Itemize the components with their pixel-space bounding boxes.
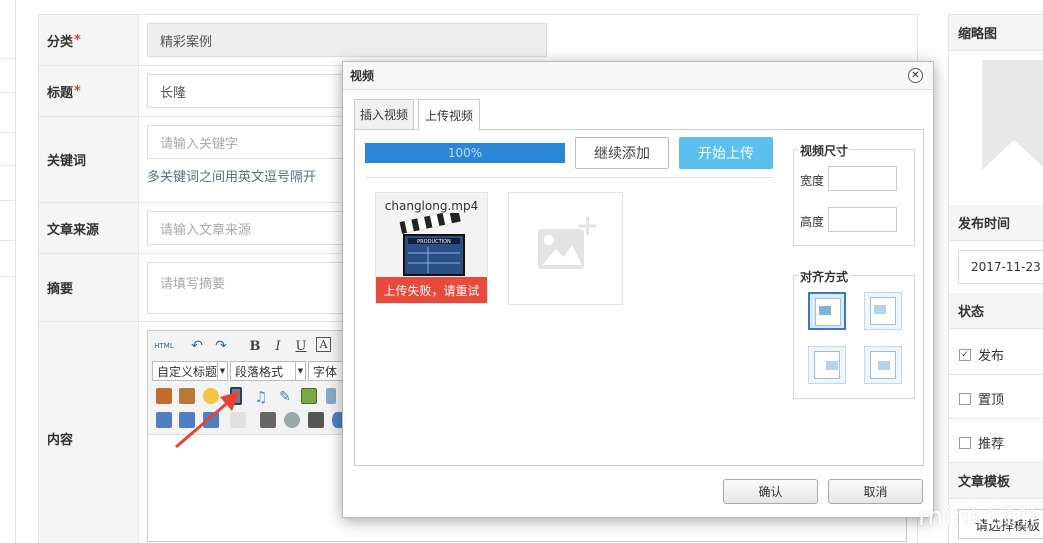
progress-text: 100% [447, 146, 483, 160]
required-mark: * [74, 32, 81, 48]
uploaded-file-card[interactable]: changlong.mp4 PRODUCTION 上传失败，请重试 [375, 192, 488, 304]
cancel-button[interactable]: 取消 [828, 479, 923, 504]
clapperboard-icon: PRODUCTION [399, 213, 465, 276]
map-icon[interactable] [326, 388, 336, 404]
content-label: 内容 [39, 322, 139, 543]
status-option-publish[interactable]: ✓ 发布 [949, 335, 1043, 375]
thumbnail-placeholder[interactable] [982, 60, 1043, 195]
left-sidebar-edge [0, 0, 16, 543]
search-replace-icon[interactable] [308, 412, 324, 428]
chevron-down-icon: ▼ [217, 362, 227, 380]
status-option-top[interactable]: 置顶 [949, 379, 1043, 419]
right-panel: 缩略图 发布时间 2017-11-23 1 状态 ✓发布 置顶 推荐 文章模板 … [948, 14, 1043, 543]
paragraph-format-select[interactable]: 段落格式 ▼ [230, 361, 306, 381]
watermark: minkCMF [918, 502, 1043, 532]
red-arrow-annotation [175, 391, 240, 449]
align-left-icon[interactable] [864, 292, 902, 330]
source-label: 文章来源 [39, 203, 139, 253]
category-field[interactable]: 精彩案例 [147, 23, 547, 57]
align-right-icon[interactable] [808, 346, 846, 384]
continue-add-button[interactable]: 继续添加 [575, 137, 669, 169]
checkbox[interactable] [959, 436, 971, 449]
row-category: 分类 * 精彩案例 [39, 15, 917, 66]
custom-title-select[interactable]: 自定义标题 ▼ [152, 361, 228, 381]
alignment-fieldset: 对齐方式 [793, 268, 915, 399]
thumbnail-label: 缩略图 [949, 15, 1043, 51]
print-icon[interactable] [260, 412, 276, 428]
width-label: 宽度 [800, 174, 825, 188]
publish-time-input[interactable]: 2017-11-23 1 [958, 250, 1043, 284]
font-border-button[interactable]: A [316, 337, 331, 352]
summary-label: 摘要 [39, 254, 139, 321]
tab-insert-video[interactable]: 插入视频 [354, 99, 414, 130]
tab-upload-video[interactable]: 上传视频 [418, 99, 480, 131]
width-input[interactable] [828, 166, 897, 191]
upload-error-message: 上传失败，请重试 [376, 277, 487, 303]
video-size-fieldset: 视频尺寸 宽度 高度 [793, 142, 915, 246]
keywords-hint: 多关键词之间用英文逗号隔开 [147, 170, 317, 185]
bold-button[interactable]: B [246, 337, 264, 355]
redo-icon[interactable]: ↷ [212, 337, 230, 355]
status-option-recommend[interactable]: 推荐 [949, 423, 1043, 463]
required-mark: * [74, 83, 81, 99]
help-icon[interactable] [332, 412, 342, 428]
align-center-icon[interactable] [864, 346, 902, 384]
clapper-label: PRODUCTION [417, 239, 451, 245]
upload-panel: 100% 继续添加 开始上传 changlong.mp4 PRODUCTION [354, 129, 924, 466]
video-size-legend: 视频尺寸 [798, 142, 851, 159]
height-label: 高度 [800, 215, 825, 229]
category-label: 分类 [47, 34, 74, 50]
video-dialog: 视频 ✕ 插入视频 上传视频 100% 继续添加 开始上传 changlong.… [342, 61, 934, 518]
undo-icon[interactable]: ↶ [188, 337, 206, 355]
add-image-icon [538, 217, 597, 269]
start-upload-button[interactable]: 开始上传 [679, 137, 773, 169]
underline-button[interactable]: U [292, 337, 310, 355]
attachment-icon[interactable]: ✎ [276, 388, 294, 406]
upload-progress-bar: 100% [365, 143, 565, 163]
height-input[interactable] [828, 207, 897, 232]
title-label: 标题 [47, 85, 74, 101]
checkbox[interactable]: ✓ [959, 348, 971, 361]
mountain-icon [982, 140, 1043, 195]
close-icon[interactable]: ✕ [908, 68, 923, 83]
scrawl-icon[interactable] [301, 388, 317, 404]
keywords-label: 关键词 [39, 117, 139, 202]
file-name: changlong.mp4 [384, 199, 479, 213]
divider [365, 177, 773, 178]
checkbox[interactable] [959, 392, 971, 405]
dialog-title: 视频 [343, 62, 933, 90]
alignment-legend: 对齐方式 [798, 268, 851, 285]
preview-icon[interactable] [284, 412, 300, 428]
template-label: 文章模板 [949, 463, 1043, 499]
align-none-icon[interactable] [808, 292, 846, 330]
italic-button[interactable]: I [269, 337, 287, 355]
chevron-down-icon: ▼ [295, 362, 305, 380]
html-source-button[interactable]: HTML [153, 337, 175, 355]
music-icon[interactable]: ♫ [252, 388, 270, 406]
confirm-button[interactable]: 确认 [723, 479, 818, 504]
publish-time-label: 发布时间 [949, 205, 1043, 241]
add-video-placeholder[interactable] [508, 192, 623, 305]
status-label: 状态 [949, 293, 1043, 329]
